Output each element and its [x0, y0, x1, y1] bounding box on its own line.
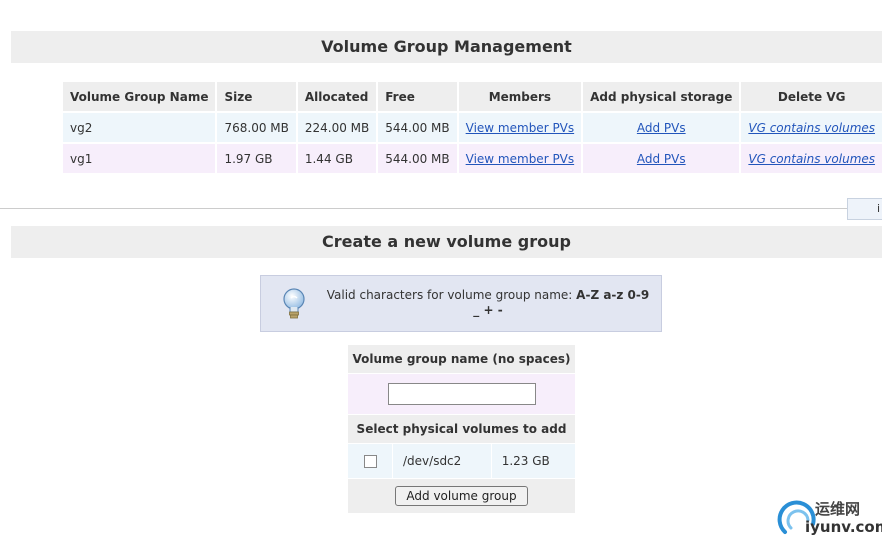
hint-text: Valid characters for volume group name: … — [323, 288, 653, 318]
add-pvs-link[interactable]: Add PVs — [637, 152, 686, 166]
watermark-en: iyunv.com — [805, 518, 882, 536]
create-vg-title: Create a new volume group — [11, 226, 882, 258]
vg-allocated-cell: 1.44 GB — [297, 144, 377, 173]
watermark-cn: 运维网 — [815, 500, 861, 518]
vg-size-cell: 768.00 MB — [217, 113, 296, 142]
members-cell: View member PVs — [458, 144, 582, 173]
watermark: 运维网 iyunv.com — [775, 494, 882, 540]
table-row: vg2 768.00 MB 224.00 MB 544.00 MB View m… — [63, 113, 882, 142]
col-header-allocated: Allocated — [297, 82, 377, 111]
vg-name-cell: vg1 — [63, 144, 216, 173]
add-pvs-link[interactable]: Add PVs — [637, 121, 686, 135]
vg-contains-volumes-link[interactable]: VG contains volumes — [748, 121, 875, 135]
hint-box: Valid characters for volume group name: … — [260, 275, 662, 332]
vg-name-input[interactable] — [387, 383, 536, 405]
vg-name-cell — [348, 374, 575, 414]
volume-group-table: Volume Group Name Size Allocated Free Me… — [61, 80, 882, 175]
delete-vg-cell: VG contains volumes — [741, 113, 882, 142]
col-header-vg-name: Volume Group Name — [63, 82, 216, 111]
add-storage-cell: Add PVs — [583, 144, 740, 173]
table-row: vg1 1.97 GB 1.44 GB 544.00 MB View membe… — [63, 144, 882, 173]
delete-vg-cell: VG contains volumes — [741, 144, 882, 173]
vg-allocated-cell: 224.00 MB — [297, 113, 377, 142]
vg-free-cell: 544.00 MB — [378, 113, 457, 142]
side-tab[interactable]: i — [847, 198, 882, 220]
pv-row: /dev/sdc2 1.23 GB — [348, 444, 575, 478]
col-header-free: Free — [378, 82, 457, 111]
add-volume-group-button[interactable]: Add volume group — [395, 486, 528, 506]
pv-device: /dev/sdc2 — [393, 444, 491, 478]
lightbulb-icon — [283, 288, 305, 319]
vg-name-cell: vg2 — [63, 113, 216, 142]
vg-size-cell: 1.97 GB — [217, 144, 296, 173]
create-vg-form: Volume group name (no spaces) Select phy… — [347, 344, 576, 514]
submit-cell: Add volume group — [348, 479, 575, 513]
hint-prefix: Valid characters for volume group name: — [326, 288, 573, 302]
view-member-pvs-link[interactable]: View member PVs — [466, 152, 575, 166]
pv-checkbox-cell — [348, 444, 392, 478]
col-header-add-storage: Add physical storage — [583, 82, 740, 111]
view-member-pvs-link[interactable]: View member PVs — [466, 121, 575, 135]
table-header-row: Volume Group Name Size Allocated Free Me… — [63, 82, 882, 111]
pv-checkbox[interactable] — [363, 455, 377, 468]
add-storage-cell: Add PVs — [583, 113, 740, 142]
select-pv-header: Select physical volumes to add — [348, 415, 575, 443]
col-header-size: Size — [217, 82, 296, 111]
vg-management-title: Volume Group Management — [11, 31, 882, 63]
vg-contains-volumes-link[interactable]: VG contains volumes — [748, 152, 875, 166]
vg-name-header: Volume group name (no spaces) — [348, 345, 575, 373]
col-header-members: Members — [458, 82, 582, 111]
col-header-delete-vg: Delete VG — [741, 82, 882, 111]
vg-free-cell: 544.00 MB — [378, 144, 457, 173]
section-divider — [0, 208, 882, 209]
pv-size: 1.23 GB — [491, 444, 575, 478]
members-cell: View member PVs — [458, 113, 582, 142]
